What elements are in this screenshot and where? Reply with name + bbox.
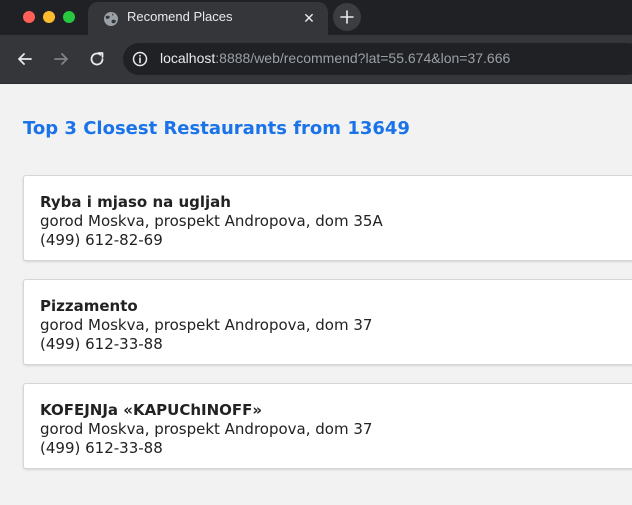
back-button[interactable] xyxy=(14,48,36,70)
restaurant-card: KOFEJNJa «KAPUChINOFF» gorod Moskva, pro… xyxy=(23,383,632,469)
address-url: localhost:8888/web/recommend?lat=55.674&… xyxy=(160,50,510,66)
restaurant-name: Ryba i mjaso na ugljah xyxy=(40,193,231,211)
maximize-window-button[interactable] xyxy=(63,11,75,23)
restaurant-phone: (499) 612-33-88 xyxy=(40,439,163,457)
restaurant-address: gorod Moskva, prospekt Andropova, dom 37 xyxy=(40,420,373,438)
arrow-left-icon xyxy=(18,53,32,65)
minimize-window-button[interactable] xyxy=(43,11,55,23)
url-path: :8888/web/recommend?lat=55.674&lon=37.66… xyxy=(215,50,511,66)
tab-recomend-places[interactable]: Recomend Places ✕ xyxy=(88,2,328,35)
restaurant-name: Pizzamento xyxy=(40,297,138,315)
forward-button[interactable] xyxy=(50,48,72,70)
restaurant-address: gorod Moskva, prospekt Andropova, dom 35… xyxy=(40,212,383,230)
browser-toolbar: localhost:8888/web/recommend?lat=55.674&… xyxy=(0,35,632,84)
restaurant-card: Pizzamento gorod Moskva, prospekt Androp… xyxy=(23,279,632,365)
reload-icon xyxy=(90,52,104,66)
plus-icon xyxy=(340,10,354,24)
restaurant-name: KOFEJNJa «KAPUChINOFF» xyxy=(40,401,263,419)
site-info-icon[interactable] xyxy=(132,51,148,67)
tab-close-button[interactable]: ✕ xyxy=(300,9,318,27)
close-window-button[interactable] xyxy=(23,11,35,23)
reload-button[interactable] xyxy=(86,48,108,70)
page-title: Top 3 Closest Restaurants from 13649 xyxy=(23,118,410,139)
restaurant-address: gorod Moskva, prospekt Andropova, dom 37 xyxy=(40,316,373,334)
restaurant-phone: (499) 612-33-88 xyxy=(40,335,163,353)
tab-strip: Recomend Places ✕ xyxy=(0,0,632,35)
new-tab-button[interactable] xyxy=(333,3,361,31)
arrow-right-icon xyxy=(54,53,68,65)
browser-window: Recomend Places ✕ localhost:8888/web/rec… xyxy=(0,0,632,505)
address-bar[interactable]: localhost:8888/web/recommend?lat=55.674&… xyxy=(123,43,632,75)
restaurant-card: Ryba i mjaso na ugljah gorod Moskva, pro… xyxy=(23,175,632,261)
tab-title: Recomend Places xyxy=(127,9,233,24)
globe-icon xyxy=(103,11,119,27)
restaurant-phone: (499) 612-82-69 xyxy=(40,231,163,249)
url-host: localhost xyxy=(160,50,216,66)
page-content: Top 3 Closest Restaurants from 13649 Ryb… xyxy=(0,84,632,505)
